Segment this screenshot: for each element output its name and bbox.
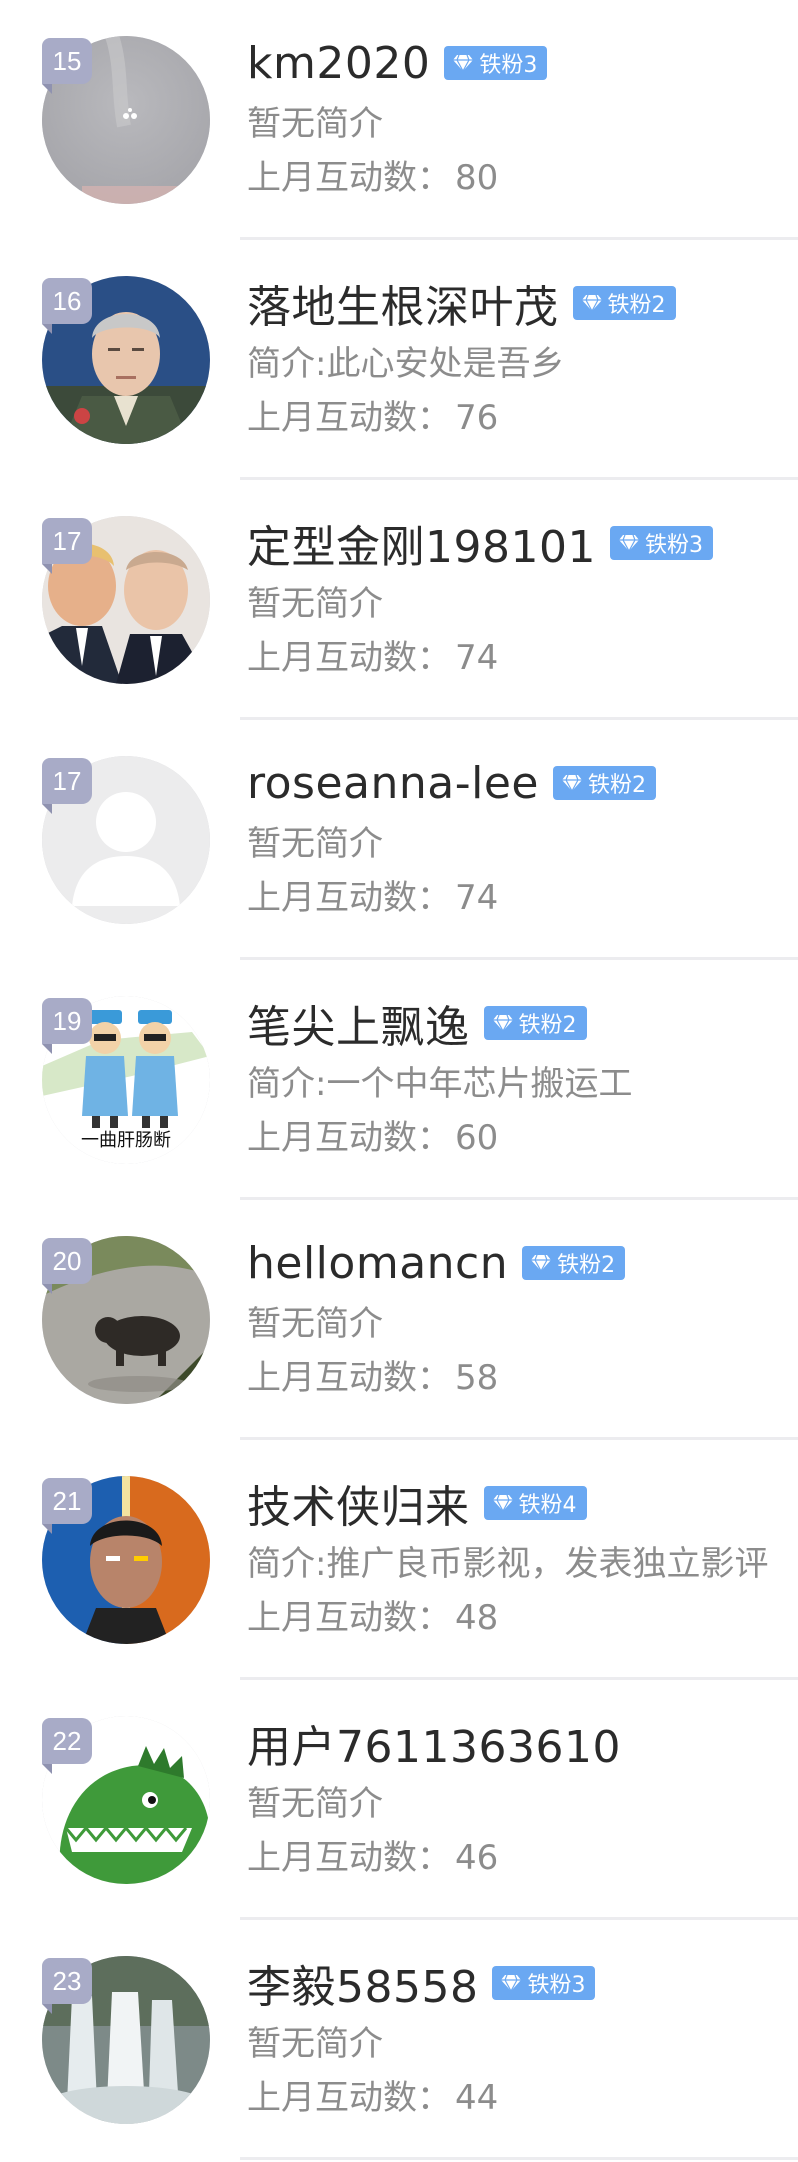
badge-label: 铁粉2 [607, 293, 666, 318]
fan-row[interactable]: 17 roseanna-lee 铁粉2 暂无简介 上月互动数： 74 [0, 720, 798, 960]
fan-bio: 简介:推广良币影视，发表独立影评 [247, 1544, 769, 1584]
interaction-stat: 上月互动数： 74 [247, 634, 798, 682]
rank-badge: 20 [42, 1238, 92, 1294]
iron-fan-badge: 铁粉2 [483, 1006, 587, 1040]
badge-label: 铁粉3 [644, 533, 703, 558]
fan-row[interactable]: 17 定型金刚198101 铁粉3 暂无简介 上月互动数： 74 [0, 480, 798, 720]
interaction-count: 46 [455, 1838, 499, 1878]
interaction-label: 上月互动数： [247, 638, 451, 678]
interaction-stat: 上月互动数： 80 [247, 154, 798, 202]
fan-bio: 简介:此心安处是吾乡 [247, 344, 565, 384]
badge-label: 铁粉2 [557, 1253, 616, 1278]
fan-name[interactable]: roseanna-lee [247, 758, 539, 809]
interaction-label: 上月互动数： [247, 1598, 451, 1638]
interaction-count: 80 [455, 158, 499, 198]
interaction-stat: 上月互动数： 76 [247, 394, 798, 442]
interaction-count: 74 [455, 638, 499, 678]
fan-row[interactable]: 一曲肝肠断 19 笔尖上飘逸 铁粉2 简介:一个中年芯片搬运工 上月互动数： 60 [0, 960, 798, 1200]
rank-badge: 21 [42, 1478, 92, 1534]
interaction-count: 58 [455, 1358, 499, 1398]
divider [240, 2157, 798, 2160]
fan-name[interactable]: 技术侠归来 [247, 1471, 470, 1535]
interaction-label: 上月互动数： [247, 2078, 451, 2118]
interaction-label: 上月互动数： [247, 1118, 451, 1158]
interaction-label: 上月互动数： [247, 1358, 451, 1398]
badge-label: 铁粉3 [479, 53, 538, 78]
iron-fan-badge: 铁粉3 [609, 526, 713, 560]
fan-bio: 暂无简介 [247, 104, 383, 144]
rank-badge: 22 [42, 1718, 92, 1774]
iron-fan-badge: 铁粉3 [444, 46, 548, 80]
interaction-stat: 上月互动数： 74 [247, 874, 798, 922]
interaction-count: 60 [455, 1118, 499, 1158]
interaction-count: 48 [455, 1598, 499, 1638]
fan-name[interactable]: hellomancn [247, 1238, 508, 1289]
rank-badge: 17 [42, 758, 92, 814]
fan-name[interactable]: 李毅58558 [247, 1951, 478, 2015]
fan-list: 15 km2020 铁粉3 暂无简介 上月互动数： 80 16 落地生根深叶茂 … [0, 0, 798, 2162]
fan-row[interactable]: 21 技术侠归来 铁粉4 简介:推广良币影视，发表独立影评 上月互动数： 48 [0, 1440, 798, 1680]
diamond-icon [581, 294, 602, 312]
fan-row[interactable]: 16 落地生根深叶茂 铁粉2 简介:此心安处是吾乡 上月互动数： 76 [0, 240, 798, 480]
interaction-count: 76 [455, 398, 499, 438]
fan-name[interactable]: 笔尖上飘逸 [247, 991, 470, 1055]
iron-fan-badge: 铁粉2 [552, 766, 656, 800]
rank-badge: 15 [42, 38, 92, 94]
badge-label: 铁粉3 [527, 1973, 586, 1998]
fan-row[interactable]: 22 用户7611363610 暂无简介 上月互动数： 46 [0, 1680, 798, 1920]
diamond-icon [492, 1014, 513, 1032]
badge-label: 铁粉2 [587, 773, 646, 798]
fan-bio: 暂无简介 [247, 1304, 383, 1344]
interaction-count: 74 [455, 878, 499, 918]
iron-fan-badge: 铁粉4 [483, 1486, 587, 1520]
fan-name[interactable]: 定型金刚198101 [247, 511, 596, 575]
diamond-icon [618, 534, 639, 552]
rank-badge: 16 [42, 278, 92, 334]
interaction-label: 上月互动数： [247, 1838, 451, 1878]
interaction-stat: 上月互动数： 58 [247, 1354, 798, 1402]
diamond-icon [453, 54, 474, 72]
fan-bio: 暂无简介 [247, 824, 383, 864]
fan-bio: 暂无简介 [247, 2024, 383, 2064]
interaction-label: 上月互动数： [247, 158, 451, 198]
avatar-caption: 一曲肝肠断 [81, 1130, 171, 1151]
fan-bio: 简介:一个中年芯片搬运工 [247, 1064, 633, 1104]
fan-bio: 暂无简介 [247, 1784, 383, 1824]
interaction-label: 上月互动数： [247, 878, 451, 918]
rank-badge: 19 [42, 998, 92, 1054]
rank-badge: 23 [42, 1958, 92, 2014]
interaction-stat: 上月互动数： 46 [247, 1834, 798, 1882]
iron-fan-badge: 铁粉2 [572, 286, 676, 320]
interaction-label: 上月互动数： [247, 398, 451, 438]
fan-name[interactable]: 用户7611363610 [247, 1711, 621, 1775]
badge-label: 铁粉2 [518, 1013, 577, 1038]
interaction-count: 44 [455, 2078, 499, 2118]
fan-name[interactable]: km2020 [247, 38, 430, 89]
fan-row[interactable]: 15 km2020 铁粉3 暂无简介 上月互动数： 80 [0, 0, 798, 240]
interaction-stat: 上月互动数： 44 [247, 2074, 798, 2122]
diamond-icon [531, 1254, 552, 1272]
iron-fan-badge: 铁粉3 [492, 1966, 596, 2000]
diamond-icon [561, 774, 582, 792]
diamond-icon [492, 1494, 513, 1512]
fan-bio: 暂无简介 [247, 584, 383, 624]
interaction-stat: 上月互动数： 60 [247, 1114, 798, 1162]
badge-label: 铁粉4 [518, 1493, 577, 1518]
rank-badge: 17 [42, 518, 92, 574]
interaction-stat: 上月互动数： 48 [247, 1594, 798, 1642]
fan-name[interactable]: 落地生根深叶茂 [247, 271, 559, 335]
fan-row[interactable]: 23 李毅58558 铁粉3 暂无简介 上月互动数： 44 [0, 1920, 798, 2160]
diamond-icon [501, 1974, 522, 1992]
fan-row[interactable]: 20 hellomancn 铁粉2 暂无简介 上月互动数： 58 [0, 1200, 798, 1440]
iron-fan-badge: 铁粉2 [522, 1246, 626, 1280]
